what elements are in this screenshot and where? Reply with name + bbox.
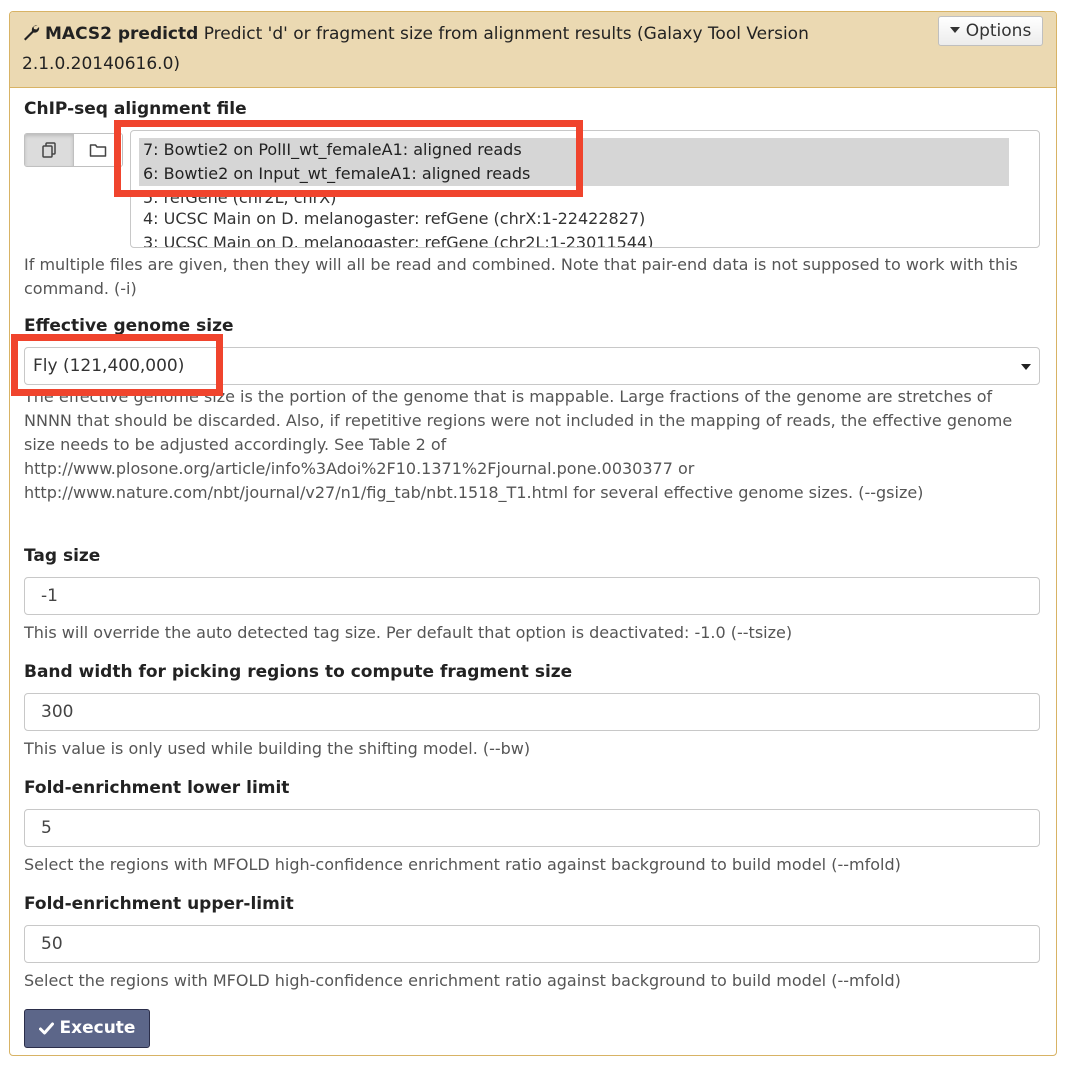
caret-down-icon (949, 27, 960, 33)
band-width-input[interactable]: 300 (24, 693, 1040, 731)
chip-seq-label: ChIP-seq alignment file (24, 99, 247, 119)
genome-size-help: The effective genome size is the portion… (24, 387, 1013, 502)
dataset-mode-toggle (24, 133, 123, 167)
execute-label: Execute (59, 1018, 136, 1038)
caret-down-icon (1021, 364, 1031, 370)
tag-size-help: This will override the auto detected tag… (24, 623, 793, 642)
options-label: Options (965, 21, 1032, 41)
tag-size-input[interactable]: -1 (24, 577, 1040, 615)
multiple-datasets-button[interactable] (25, 134, 74, 166)
band-width-help: This value is only used while building t… (24, 739, 531, 758)
tool-name: MACS2 predictd (45, 24, 199, 44)
copy-icon (42, 142, 56, 158)
fold-upper-input[interactable]: 50 (24, 925, 1040, 963)
tag-size-label: Tag size (24, 546, 101, 566)
options-button[interactable]: Options (938, 16, 1043, 46)
fold-lower-input[interactable]: 5 (24, 809, 1040, 847)
fold-upper-help: Select the regions with MFOLD high-confi… (24, 971, 901, 990)
execute-button[interactable]: Execute (24, 1009, 150, 1048)
fold-upper-label: Fold-enrichment upper-limit (24, 894, 294, 914)
band-width-label: Band width for picking regions to comput… (24, 662, 573, 682)
dataset-option[interactable]: 4: UCSC Main on D. melanogaster: refGene… (139, 207, 1009, 231)
tool-title: MACS2 predictd Predict 'd' or fragment s… (22, 20, 922, 78)
chip-seq-help: If multiple files are given, then they w… (24, 255, 1018, 298)
tool-header: MACS2 predictd Predict 'd' or fragment s… (10, 12, 1056, 88)
fold-lower-label: Fold-enrichment lower limit (24, 778, 290, 798)
dataset-option[interactable]: 3: UCSC Main on D. melanogaster: refGene… (139, 231, 1009, 247)
checkmark-icon (38, 1012, 54, 1049)
folder-icon (89, 144, 107, 157)
highlight-box-genome-size (11, 334, 223, 396)
fold-lower-help: Select the regions with MFOLD high-confi… (24, 855, 901, 874)
highlight-box-datasets (114, 120, 583, 197)
wrench-icon (22, 22, 40, 50)
